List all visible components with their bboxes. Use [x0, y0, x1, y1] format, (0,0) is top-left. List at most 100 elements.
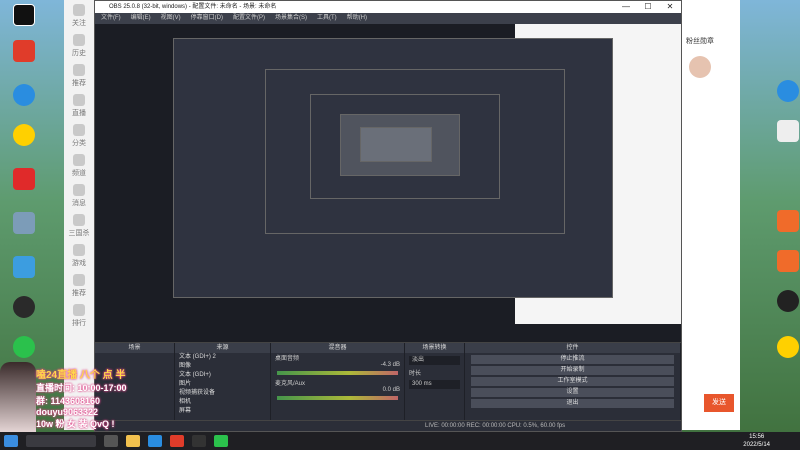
studio-mode-button[interactable]: 工作室模式 — [471, 377, 674, 386]
transition-select[interactable]: 淡出 — [409, 356, 460, 365]
sidebar-item-category[interactable]: 分类 — [64, 120, 94, 150]
mixer-track-db: 0.0 dB — [382, 387, 400, 393]
obs-preview[interactable] — [95, 24, 681, 342]
preview-nested-window — [360, 127, 432, 162]
obs-titlebar: OBS 25.0.8 (32-bit, windows) - 配置文件: 未命名… — [95, 1, 681, 13]
source-item[interactable]: 图片 — [175, 380, 270, 389]
desktop-icon-browser[interactable] — [6, 84, 42, 118]
sidebar-item-message[interactable]: 消息 — [64, 180, 94, 210]
desktop-icons-right — [710, 80, 800, 400]
source-item[interactable]: 图像 — [175, 362, 270, 371]
menu-profile[interactable]: 配置文件(P) — [233, 13, 265, 24]
obs-icon[interactable] — [192, 435, 206, 447]
sidebar-item-rank[interactable]: 排行 — [64, 300, 94, 330]
clock-date: 2022/5/14 — [743, 442, 770, 448]
sources-header: 来源 — [175, 343, 270, 353]
mixer-track-label: 桌面音频 — [275, 356, 300, 362]
maximize-button[interactable]: ☐ — [637, 1, 659, 13]
overlay-account: douyu9063322 — [36, 407, 99, 417]
taskbar: 15:56 2022/5/14 — [0, 432, 800, 450]
mixer-dock: 混音器 桌面音频 -4.3 dB 麦克风/Aux 0.0 dB — [271, 343, 405, 421]
taskbar-search[interactable] — [26, 435, 96, 447]
rank-icon — [73, 304, 85, 316]
desktop-icon-app[interactable] — [6, 168, 42, 202]
sidebar-item-games[interactable]: 游戏 — [64, 240, 94, 270]
heart-icon — [73, 4, 85, 16]
sidebar-item-follow[interactable]: 关注 — [64, 0, 94, 30]
grid-icon — [73, 124, 85, 136]
start-icon[interactable] — [4, 435, 18, 447]
source-item[interactable]: 视频捕获设备 — [175, 389, 270, 398]
desktop-icon-qq[interactable] — [6, 296, 42, 330]
controls-dock: 控件 停止推流 开始录制 工作室模式 设置 退出 — [465, 343, 681, 421]
anime-character-image — [0, 362, 36, 432]
task-view-icon[interactable] — [104, 435, 118, 447]
desktop-icon-browser[interactable] — [770, 80, 800, 114]
taskbar-clock[interactable]: 15:56 2022/5/14 — [743, 433, 770, 449]
sidebar-item-game[interactable]: 三国杀 — [64, 210, 94, 240]
mixer-track-label: 麦克风/Aux — [275, 381, 306, 387]
desktop-icon-capcut[interactable] — [6, 4, 42, 38]
desktop-icon-app[interactable] — [770, 336, 800, 370]
explorer-icon[interactable] — [126, 435, 140, 447]
duration-label: 时长 — [409, 371, 422, 377]
source-item[interactable]: 文本 (GDI+) — [175, 371, 270, 380]
menu-scene-collection[interactable]: 场景集合(S) — [275, 13, 307, 24]
menu-tools[interactable]: 工具(T) — [317, 13, 337, 24]
obs-window: OBS 25.0.8 (32-bit, windows) - 配置文件: 未命名… — [94, 0, 682, 432]
sidebar-item-recommend[interactable]: 推荐 — [64, 60, 94, 90]
exit-button[interactable]: 退出 — [471, 399, 674, 408]
desktop-icon-app[interactable] — [770, 210, 800, 244]
sidebar-item-channel[interactable]: 频道 — [64, 150, 94, 180]
desktop-icon-app[interactable] — [6, 40, 42, 74]
wechat-icon[interactable] — [214, 435, 228, 447]
start-recording-button[interactable]: 开始录制 — [471, 366, 674, 375]
minimize-button[interactable]: — — [615, 1, 637, 13]
app-icon[interactable] — [170, 435, 184, 447]
transitions-header: 场景转换 — [405, 343, 464, 353]
mixer-track-db: -4.3 dB — [380, 362, 400, 368]
clock-time: 15:56 — [749, 434, 765, 440]
desktop-icon-document[interactable] — [770, 120, 800, 154]
star-icon — [73, 64, 85, 76]
sidebar-item-live[interactable]: 直播 — [64, 90, 94, 120]
source-item[interactable]: 文本 (GDI+) 2 — [175, 353, 270, 362]
mixer-header: 混音器 — [271, 343, 404, 353]
message-icon — [73, 184, 85, 196]
desktop-icon-app[interactable] — [770, 250, 800, 284]
sidebar-item-history[interactable]: 历史 — [64, 30, 94, 60]
avatar[interactable] — [689, 56, 711, 78]
menu-view[interactable]: 视图(V) — [161, 13, 181, 24]
volume-meter[interactable] — [277, 371, 398, 375]
menu-help[interactable]: 帮助(H) — [347, 13, 367, 24]
desktop-icon-app[interactable] — [6, 256, 42, 290]
close-button[interactable]: ✕ — [659, 1, 681, 13]
duration-input[interactable]: 300 ms — [409, 380, 460, 389]
settings-button[interactable]: 设置 — [471, 388, 674, 397]
source-item[interactable]: 相机 — [175, 398, 270, 407]
desktop-icon-obs[interactable] — [770, 290, 800, 324]
stop-streaming-button[interactable]: 停止推流 — [471, 355, 674, 364]
controls-header: 控件 — [465, 343, 680, 353]
overlay-title: 嗑24直播 八个 点 半 — [36, 370, 126, 381]
window-title: OBS 25.0.8 (32-bit, windows) - 配置文件: 未命名… — [109, 4, 277, 10]
menu-edit[interactable]: 编辑(E) — [131, 13, 151, 24]
obs-menubar: 文件(F) 编辑(E) 视图(V) 停靠窗口(D) 配置文件(P) 场景集合(S… — [95, 13, 681, 24]
desktop-icon-folder[interactable] — [6, 212, 42, 246]
stream-overlay: 嗑24直播 八个 点 半 直播时间: 10:00-17:00 群: 114360… — [36, 366, 156, 430]
game-icon — [73, 214, 85, 226]
overlay-fans: 10w 粉 女 装 QvQ ! — [36, 419, 115, 429]
menu-file[interactable]: 文件(F) — [101, 13, 121, 24]
browser-icon[interactable] — [148, 435, 162, 447]
obs-docks: 场景 来源 文本 (GDI+) 2 图像 文本 (GDI+) 图片 视频捕获设备… — [95, 342, 681, 421]
sidebar-item-recommend-2[interactable]: 推荐 — [64, 270, 94, 300]
volume-meter[interactable] — [277, 396, 398, 400]
source-item[interactable]: 屏幕 — [175, 407, 270, 416]
sources-dock: 来源 文本 (GDI+) 2 图像 文本 (GDI+) 图片 视频捕获设备 相机… — [175, 343, 271, 421]
clock-icon — [73, 34, 85, 46]
overlay-group: 群: 1143608160 — [36, 396, 101, 406]
overlay-schedule: 直播时间: 10:00-17:00 — [36, 383, 127, 393]
menu-docks[interactable]: 停靠窗口(D) — [191, 13, 223, 24]
desktop-icon-app[interactable] — [6, 124, 42, 158]
scenes-header: 场景 — [95, 343, 174, 353]
